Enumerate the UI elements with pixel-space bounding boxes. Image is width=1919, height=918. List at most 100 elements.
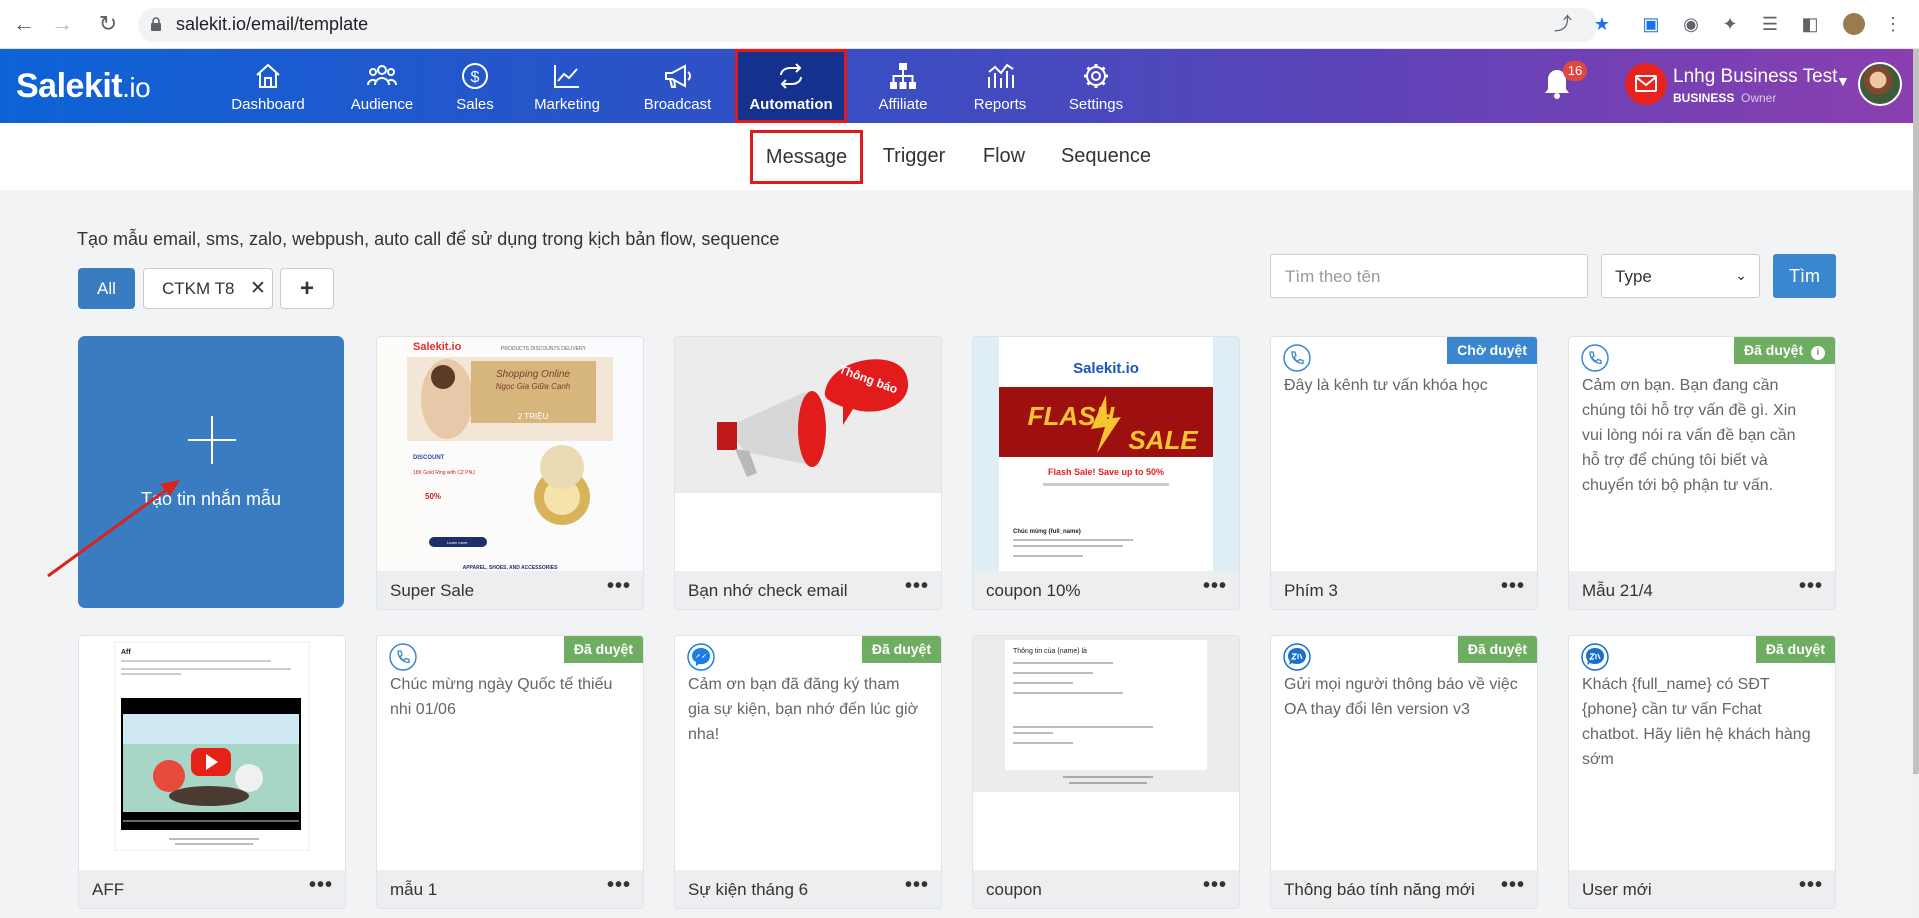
more-icon[interactable]: ••• xyxy=(1203,874,1227,897)
filter-all-button[interactable]: All xyxy=(78,268,135,309)
template-name: Thông báo tính năng mới xyxy=(1284,880,1475,899)
more-icon[interactable]: ••• xyxy=(1799,575,1823,598)
nav-affiliate[interactable]: Affiliate xyxy=(868,49,938,123)
template-card-super-sale[interactable]: Salekit.io PRODUCTS DISCOUNTS DELIVERY S… xyxy=(376,336,644,610)
more-icon[interactable]: ••• xyxy=(905,874,929,897)
scrollbar-thumb[interactable] xyxy=(1913,49,1919,774)
avatar[interactable] xyxy=(1858,62,1902,106)
status-badge: Đã duyệt i xyxy=(1733,337,1835,364)
extension-icon[interactable]: ▣ xyxy=(1640,13,1662,35)
mail-icon[interactable] xyxy=(1625,63,1667,105)
template-card-aff[interactable]: Aff AFF ••• xyxy=(78,635,346,909)
nav-sales[interactable]: $ Sales xyxy=(450,49,500,123)
phone-call-icon xyxy=(389,643,417,671)
tab-trigger[interactable]: Trigger xyxy=(880,123,948,190)
close-icon[interactable]: ✕ xyxy=(250,277,266,300)
sub-navigation: Message Trigger Flow Sequence xyxy=(0,123,1913,190)
page-scrollbar[interactable] xyxy=(1913,49,1919,918)
svg-text:50%: 50% xyxy=(425,492,441,501)
nav-marketing[interactable]: Marketing xyxy=(527,49,607,123)
more-icon[interactable]: ••• xyxy=(905,575,929,598)
status-badge: Chờ duyệt xyxy=(1447,337,1537,364)
svg-text:Salekit.io: Salekit.io xyxy=(413,341,462,353)
camera-icon[interactable]: ◉ xyxy=(1680,13,1702,35)
nav-broadcast[interactable]: Broadcast xyxy=(635,49,720,123)
users-icon xyxy=(367,65,397,86)
template-card-coupon[interactable]: Thông tin của {name} là coupon ••• xyxy=(972,635,1240,909)
svg-text:Thông tin của {name} là: Thông tin của {name} là xyxy=(1013,647,1087,655)
phone-call-icon xyxy=(1581,344,1609,372)
more-icon[interactable]: ••• xyxy=(1203,575,1227,598)
email-preview-thumbnail: Thông tin của {name} là xyxy=(973,636,1239,872)
salekit-logo[interactable]: Salekit.io xyxy=(16,67,151,106)
tab-sequence[interactable]: Sequence xyxy=(1060,123,1152,190)
more-icon[interactable]: ••• xyxy=(1799,874,1823,897)
filter-tag-ctkm[interactable]: CTKM T8 ✕ xyxy=(143,268,273,309)
card-footer: Bạn nhớ check email ••• xyxy=(675,571,941,609)
back-icon[interactable]: ← xyxy=(10,10,38,38)
megaphone-icon xyxy=(664,64,691,88)
page-description: Tạo mẫu email, sms, zalo, webpush, auto … xyxy=(77,229,780,249)
nav-settings[interactable]: Settings xyxy=(1061,49,1131,123)
more-icon[interactable]: ••• xyxy=(1501,575,1525,598)
template-card-su-kien-thang-6[interactable]: Đã duyệt Cảm ơn bạn đã đăng ký tham gia … xyxy=(674,635,942,909)
share-icon[interactable]: ⤴ xyxy=(1552,13,1574,35)
template-name: Phím 3 xyxy=(1284,581,1338,600)
account-name[interactable]: Lnhg Business Test xyxy=(1673,66,1837,88)
template-card-user-moi[interactable]: Đã duyệt Khách {full_name} có SĐT {phone… xyxy=(1568,635,1836,909)
card-footer: Super Sale ••• xyxy=(377,571,643,609)
template-card-check-email[interactable]: Thông báo Bạn nhớ check email ••• xyxy=(674,336,942,610)
media-icon[interactable]: ☰ xyxy=(1759,13,1781,35)
email-preview-thumbnail: Salekit.io FLASH SALE Flash Sale! Save u… xyxy=(973,337,1239,573)
red-arrow-annotation xyxy=(47,480,180,578)
template-message: Gửi mọi người thông báo về việc OA thay … xyxy=(1284,676,1518,718)
account-role: Owner xyxy=(1741,91,1777,105)
template-card-mau-21-4[interactable]: Đã duyệt i Cảm ơn bạn. Bạn đang cần chún… xyxy=(1568,336,1836,610)
nav-reports[interactable]: Reports xyxy=(965,49,1035,123)
lock-icon xyxy=(151,17,161,31)
more-icon[interactable]: ••• xyxy=(309,874,333,897)
template-message: Chúc mừng ngày Quốc tế thiếu nhi 01/06 xyxy=(390,676,613,718)
template-card-phim-3[interactable]: Chờ duyệt Đây là kênh tư vấn khóa học Ph… xyxy=(1270,336,1538,610)
type-select[interactable]: Type ⌄ xyxy=(1601,254,1760,298)
add-filter-button[interactable]: + xyxy=(280,268,334,309)
address-bar-url: salekit.io/email/template xyxy=(176,14,369,34)
account-plan: BUSINESS xyxy=(1673,91,1735,105)
info-icon[interactable]: i xyxy=(1811,346,1825,360)
template-card-coupon-10[interactable]: Salekit.io FLASH SALE Flash Sale! Save u… xyxy=(972,336,1240,610)
nav-automation[interactable]: Automation xyxy=(735,49,847,123)
more-icon[interactable]: ••• xyxy=(607,575,631,598)
card-footer: Sự kiện tháng 6 ••• xyxy=(675,870,941,908)
more-icon[interactable]: ••• xyxy=(607,874,631,897)
sidepanel-icon[interactable]: ◧ xyxy=(1799,13,1821,35)
svg-text:2 TRIỆU: 2 TRIỆU xyxy=(518,412,549,421)
nav-dashboard[interactable]: Dashboard xyxy=(228,49,308,123)
search-button[interactable]: Tìm xyxy=(1773,254,1836,298)
nav-audience[interactable]: Audience xyxy=(342,49,422,123)
more-icon[interactable]: ••• xyxy=(1501,874,1525,897)
tab-message[interactable]: Message xyxy=(750,130,863,184)
phone-call-icon xyxy=(1283,344,1311,372)
app-header: Salekit.io Dashboard Audience $ Sales Ma… xyxy=(0,49,1913,123)
menu-icon[interactable]: ⋮ xyxy=(1882,13,1904,35)
zalo-icon xyxy=(1283,643,1311,671)
svg-text:Learn more: Learn more xyxy=(447,540,468,545)
svg-text:SALE: SALE xyxy=(1128,425,1198,455)
tab-flow[interactable]: Flow xyxy=(980,123,1028,190)
messenger-icon xyxy=(687,643,715,671)
forward-icon[interactable]: → xyxy=(48,10,76,38)
card-footer: coupon ••• xyxy=(973,870,1239,908)
bookmark-star-icon[interactable]: ★ xyxy=(1591,13,1613,35)
caret-down-icon[interactable]: ▼ xyxy=(1836,73,1850,89)
template-card-mau-1[interactable]: Đã duyệt Chúc mừng ngày Quốc tế thiếu nh… xyxy=(376,635,644,909)
svg-text:Salekit.io: Salekit.io xyxy=(1073,360,1139,377)
network-icon xyxy=(890,63,916,89)
template-name: Mẫu 21/4 xyxy=(1582,581,1653,600)
template-card-thong-bao-tinh-nang-moi[interactable]: Đã duyệt Gửi mọi người thông báo về việc… xyxy=(1270,635,1538,909)
svg-text:PRODUCTS DISCOUNTS DELIVER: PRODUCTS DISCOUNTS DELIVERY xyxy=(501,346,587,352)
profile-icon[interactable] xyxy=(1843,13,1865,35)
reload-icon[interactable]: ↻ xyxy=(94,10,122,38)
search-input[interactable]: Tìm theo tên xyxy=(1270,254,1588,298)
template-name: mẫu 1 xyxy=(390,880,438,899)
puzzle-icon[interactable]: ✦ xyxy=(1719,13,1741,35)
